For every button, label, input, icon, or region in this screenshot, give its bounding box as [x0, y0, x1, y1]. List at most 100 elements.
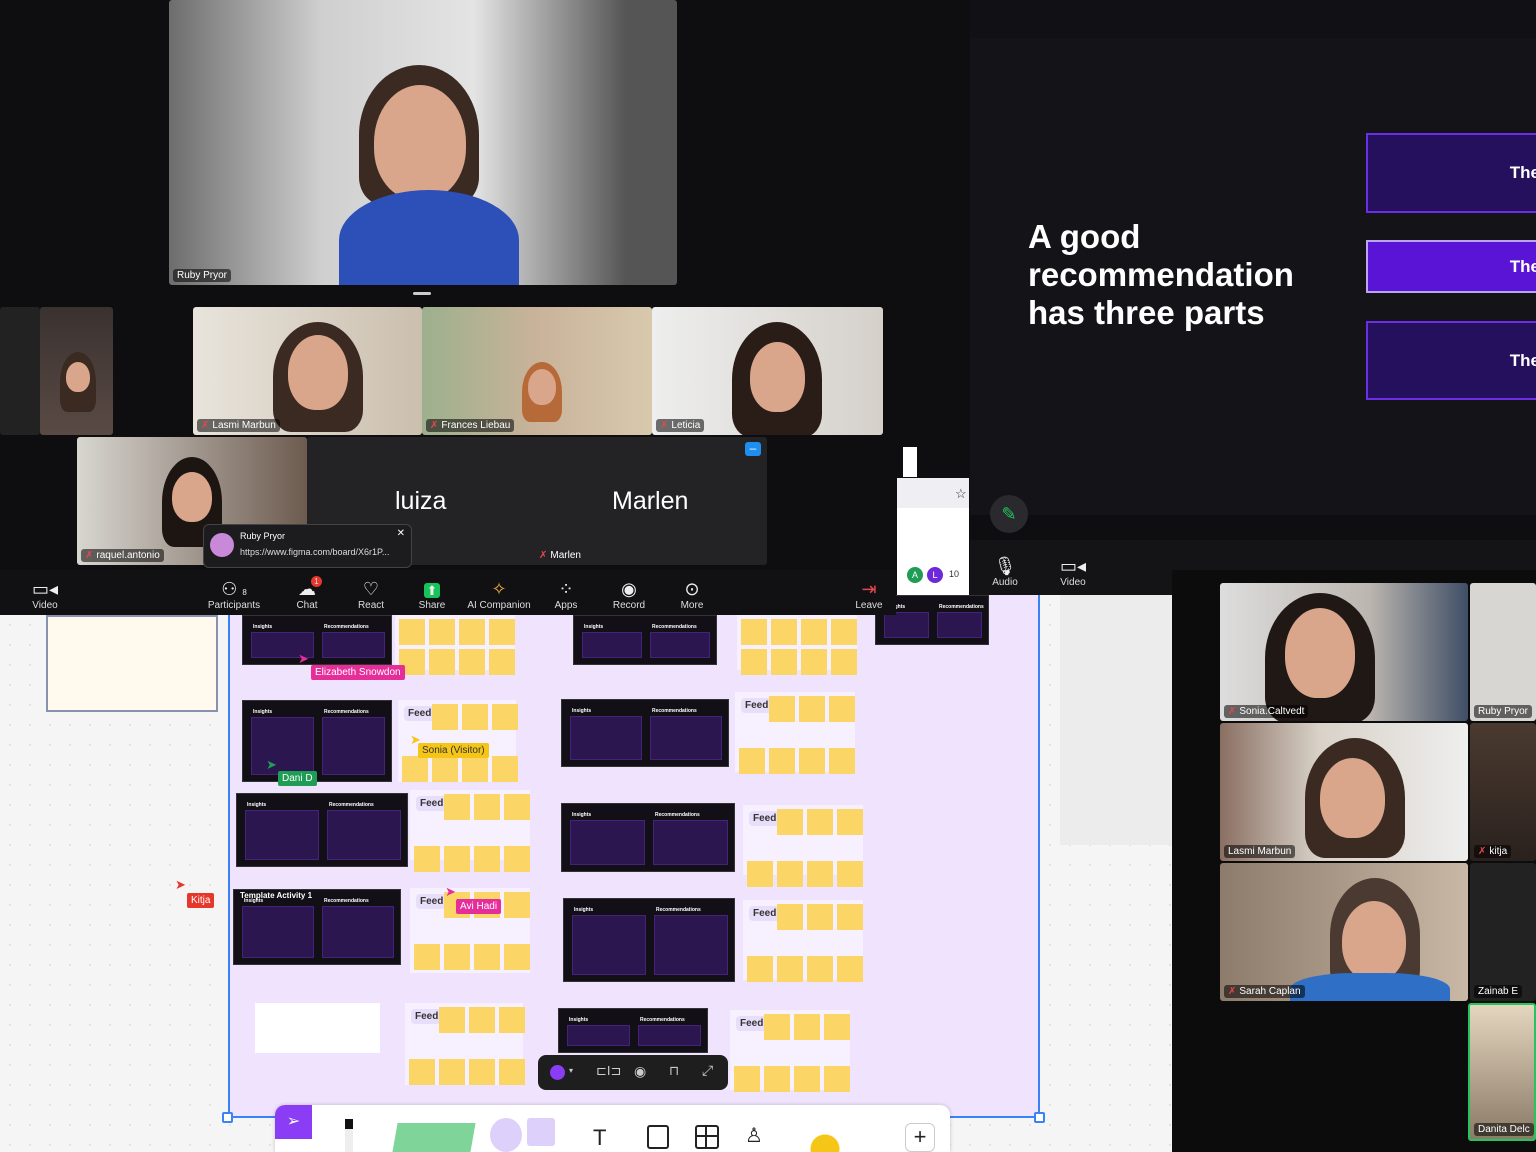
text-note[interactable]	[255, 1003, 380, 1053]
sticky-note[interactable]	[777, 904, 803, 930]
sticky-note[interactable]	[402, 756, 428, 782]
sticky-note[interactable]	[474, 794, 500, 820]
feedback-zone[interactable]: Feedback	[743, 805, 863, 887]
sticky-note[interactable]	[469, 1059, 495, 1085]
activity-board[interactable]: Insights Recommendations	[561, 699, 729, 767]
activity-board[interactable]: Insights Recommendations	[563, 898, 735, 982]
sticky-note[interactable]	[409, 1059, 435, 1085]
sticky-note[interactable]	[837, 904, 863, 930]
sticky-note[interactable]	[769, 696, 795, 722]
sticky-note[interactable]	[741, 649, 767, 675]
leave-button[interactable]: ⇥ Leave	[837, 578, 901, 611]
shape-tool[interactable]	[527, 1118, 555, 1146]
sticky-note[interactable]	[837, 956, 863, 982]
sticky-note[interactable]	[794, 1066, 820, 1092]
sticky-note[interactable]	[764, 1014, 790, 1040]
sticky-note[interactable]	[739, 748, 765, 774]
sticky-note[interactable]	[741, 619, 767, 645]
pen-tool[interactable]	[345, 1119, 353, 1152]
feedback-zone[interactable]	[737, 615, 857, 675]
more-tools-button[interactable]: +	[905, 1123, 935, 1152]
react-button[interactable]: ♡ React	[339, 578, 403, 611]
resize-handle[interactable]	[222, 1112, 233, 1123]
audio-button[interactable]: 🎙 Audio	[973, 555, 1037, 588]
sticky-note[interactable]	[801, 649, 827, 675]
chat-notification[interactable]: Ruby Pryor https://www.figma.com/board/X…	[203, 524, 412, 568]
sticky-note[interactable]	[837, 861, 863, 887]
sticky-note[interactable]	[777, 861, 803, 887]
shape-tool[interactable]	[490, 1118, 522, 1152]
resize-handle[interactable]	[413, 292, 431, 295]
feedback-zone[interactable]: Feedback	[730, 1010, 850, 1092]
sticky-note[interactable]	[824, 1066, 850, 1092]
sticky-note[interactable]	[747, 956, 773, 982]
sticky-note[interactable]	[831, 619, 857, 645]
sticky-note[interactable]	[474, 944, 500, 970]
sticky-note[interactable]	[414, 944, 440, 970]
sticky-note[interactable]	[489, 619, 515, 645]
activity-board[interactable]: Insights Recommendations	[242, 700, 392, 782]
sticky-note[interactable]	[444, 944, 470, 970]
widgets-tool[interactable]	[805, 1119, 865, 1152]
sticky-note[interactable]	[829, 696, 855, 722]
sticky-note[interactable]	[444, 794, 470, 820]
record-button[interactable]: ◉ Record	[597, 578, 661, 611]
sticky-note[interactable]	[489, 649, 515, 675]
sticky-note[interactable]	[771, 619, 797, 645]
ai-companion-button[interactable]: ✧ AI Companion	[467, 578, 531, 611]
star-icon[interactable]: ☆	[955, 486, 967, 502]
video-button[interactable]: ▭◂ Video	[13, 578, 77, 611]
sticky-note[interactable]	[734, 1066, 760, 1092]
rename-icon[interactable]: ⊏I⊐	[596, 1063, 621, 1079]
sticky-note[interactable]	[429, 619, 455, 645]
sticky-note[interactable]	[807, 809, 833, 835]
sticky-note-tool[interactable]	[392, 1123, 476, 1152]
sticky-note[interactable]	[504, 944, 530, 970]
sticky-note[interactable]	[439, 1007, 465, 1033]
section-tool[interactable]	[647, 1125, 669, 1149]
feedback-zone[interactable]: Feedback	[735, 692, 855, 774]
expand-icon[interactable]: ⤢	[702, 1062, 713, 1079]
apps-button[interactable]: ⁘ Apps	[534, 578, 598, 611]
feedback-zone[interactable]	[395, 615, 515, 675]
sticky-note[interactable]	[837, 809, 863, 835]
activity-board[interactable]: Insights Recommendations	[236, 793, 408, 867]
sticky-note[interactable]	[469, 1007, 495, 1033]
sticky-note[interactable]	[459, 619, 485, 645]
sticky-note[interactable]	[799, 748, 825, 774]
sticky-note[interactable]	[462, 756, 488, 782]
sticky-note[interactable]	[829, 748, 855, 774]
participants-button[interactable]: ⚇ 8 Participants	[202, 578, 266, 611]
sticky-note[interactable]	[499, 1059, 525, 1085]
sticky-note[interactable]	[504, 794, 530, 820]
annotate-button[interactable]: ✎	[990, 495, 1028, 533]
sticky-note[interactable]	[777, 809, 803, 835]
sticky-note[interactable]	[432, 756, 458, 782]
sticky-note[interactable]	[807, 861, 833, 887]
sticky-note[interactable]	[399, 619, 425, 645]
sticky-note[interactable]	[499, 1007, 525, 1033]
sticky-note[interactable]	[504, 846, 530, 872]
sticky-note[interactable]	[429, 649, 455, 675]
sticky-note[interactable]	[492, 704, 518, 730]
feedback-zone[interactable]: Feedback	[410, 790, 530, 872]
sticky-note[interactable]	[444, 846, 470, 872]
sticky-note[interactable]	[492, 756, 518, 782]
activity-board[interactable]: Insights Recommendations	[242, 615, 392, 665]
text-tool[interactable]: T	[593, 1125, 606, 1151]
collaborator-count[interactable]: 10	[949, 569, 959, 579]
sticky-note[interactable]	[794, 1014, 820, 1040]
sticky-note[interactable]	[747, 861, 773, 887]
lock-icon[interactable]: ⊓	[669, 1063, 679, 1079]
chat-message[interactable]: https://www.figma.com/board/X6r1P...	[240, 547, 389, 557]
minimize-icon[interactable]: –	[745, 442, 761, 456]
sticky-note[interactable]	[807, 904, 833, 930]
page-thumbnail[interactable]	[46, 615, 218, 712]
chevron-down-icon[interactable]: ▾	[569, 1066, 573, 1075]
share-button[interactable]: ⬆ Share	[400, 578, 464, 611]
sticky-note[interactable]	[824, 1014, 850, 1040]
sticky-note[interactable]	[831, 649, 857, 675]
sticky-note[interactable]	[462, 704, 488, 730]
eye-icon[interactable]: ◉	[634, 1063, 646, 1080]
activity-board[interactable]: Insights Recommendations	[558, 1008, 708, 1053]
